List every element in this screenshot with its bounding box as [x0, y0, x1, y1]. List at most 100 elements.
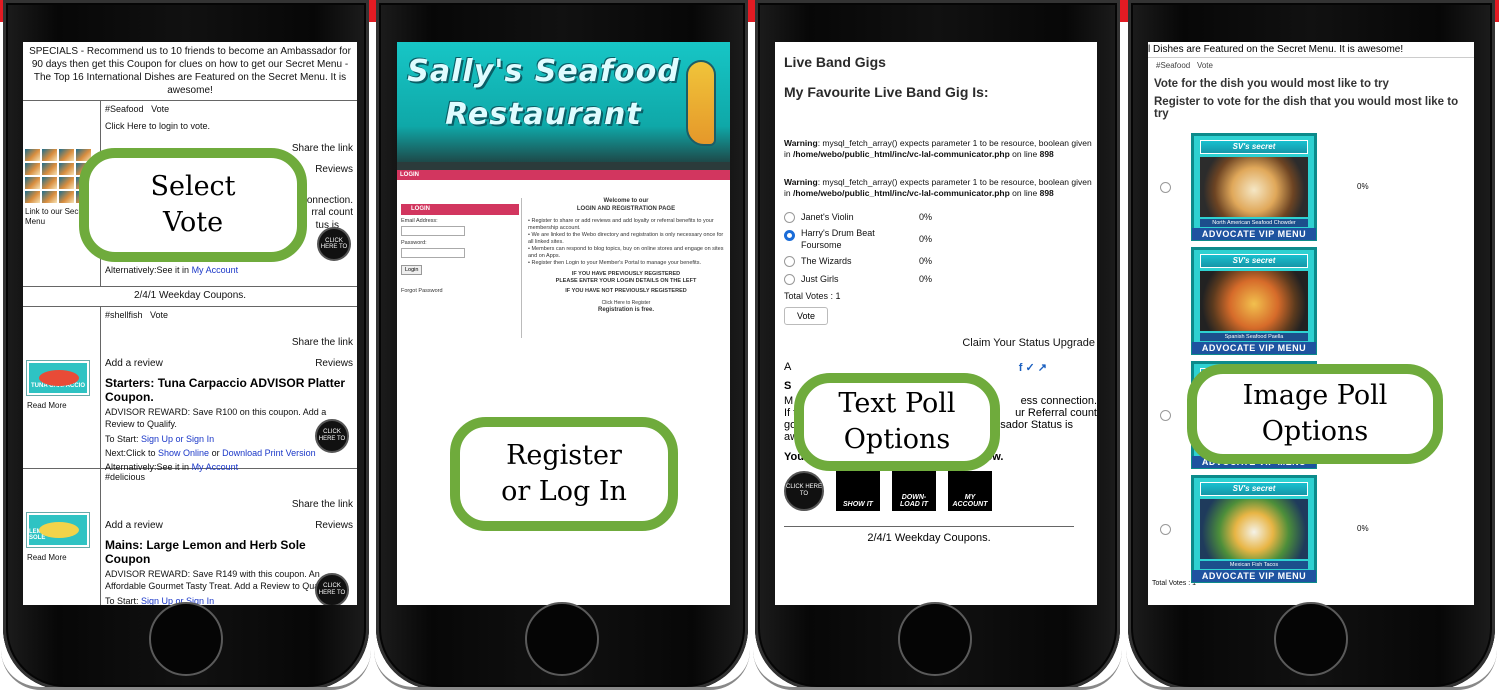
bullet-3: • Members can respond to blog topics, bu…	[528, 246, 724, 260]
or-label: or	[211, 448, 220, 459]
reviews-link[interactable]: Reviews	[315, 520, 353, 533]
poll-option[interactable]: Janet's Violin 0%	[784, 209, 1097, 227]
logo-line-1: Sally's Seafood	[407, 54, 680, 89]
home-button[interactable]	[898, 602, 972, 676]
phone-1-screen: SPECIALS - Recommend us to 10 friends to…	[23, 42, 357, 605]
email-label: Email Address:	[401, 218, 438, 224]
poll-option[interactable]: The Wizards 0%	[784, 253, 1097, 271]
seahorse-icon	[686, 60, 716, 146]
dish-card[interactable]: SV's secret Spanish Seafood Paella ADVOCAT…	[1191, 247, 1317, 356]
click-here-icon[interactable]: CLICK HERE TO	[315, 572, 349, 605]
dish-card[interactable]: SV's secret Mexican Fish Tacos ADVOCATE VI…	[1191, 475, 1317, 584]
if-registered: IF YOU HAVE PREVIOUSLY REGISTERED	[571, 270, 681, 277]
lemon-herb-sole-badge[interactable]: LEMON & HERB SOLE	[26, 511, 90, 548]
registration-info: Welcome to our LOGIN AND REGISTRATION PA…	[522, 198, 730, 338]
page-title: LOGIN AND REGISTRATION PAGE	[576, 205, 676, 212]
click-here-icon[interactable]: CLICK HERE TO	[315, 418, 349, 453]
radio-button[interactable]	[784, 274, 795, 285]
read-more-link[interactable]: Read More	[27, 553, 96, 563]
forgot-password-link[interactable]: Forgot Password	[401, 288, 519, 294]
tag-shellfish[interactable]: #shellfish	[105, 310, 143, 320]
callout-register-login: Register or Log In	[450, 417, 678, 531]
social-share-icons[interactable]: f ✓ ↗	[1019, 361, 1047, 374]
tag-seafood[interactable]: #Seafood	[1156, 61, 1190, 70]
welcome-text: Welcome to our	[603, 198, 649, 204]
phone-3: Live Band Gigs My Favourite Live Band Gi…	[753, 0, 1122, 690]
add-review-link[interactable]: Add a review	[105, 520, 163, 533]
secret-menu-banner: l Dishes are Featured on the Secret Menu…	[1148, 42, 1474, 58]
tuna-carpaccio-badge[interactable]: TUNA CARPACCIO	[26, 359, 90, 396]
tag-delicious[interactable]: #delicious	[105, 472, 353, 483]
coupon-2-body: #delicious Share the link Add a review Re…	[101, 469, 357, 605]
poll-option[interactable]: Harry's Drum Beat Foursome 0%	[784, 227, 1097, 253]
phone-1: SPECIALS - Recommend us to 10 friends to…	[1, 0, 371, 690]
image-poll-option[interactable]: SV's secret North American Seafood Chowde…	[1148, 130, 1474, 244]
if-not-registered: IF YOU HAVE NOT PREVIOUSLY REGISTERED	[565, 287, 687, 294]
login-box-header: LOGIN	[401, 204, 519, 215]
login-button[interactable]: Login	[401, 265, 423, 275]
share-row: Af ✓ ↗	[784, 361, 1097, 374]
login-form: LOGIN Email Address: Password: Login For…	[397, 198, 522, 338]
show-it-icon[interactable]: SHOW IT	[836, 470, 880, 511]
my-account-link[interactable]: My Account	[192, 265, 239, 275]
password-label: Password:	[401, 240, 427, 246]
email-field[interactable]	[401, 226, 465, 236]
vote-heading: Vote for the dish you would most like to…	[1154, 78, 1389, 90]
restaurant-logo: Sally's Seafood Restaurant	[397, 42, 730, 170]
coupon-row-2: LEMON & HERB SOLE Read More #delicious S…	[23, 468, 357, 605]
image-poll: SV's secret North American Seafood Chowde…	[1148, 120, 1474, 586]
radio-button[interactable]	[1160, 181, 1171, 193]
coupon-1-thumb-cell: TUNA CARPACCIO Read More	[23, 306, 101, 468]
reviews-link[interactable]: Reviews	[315, 358, 353, 371]
my-account-icon[interactable]: MY ACCOUNT	[948, 470, 992, 511]
click-here-icon[interactable]: CLICK HERE TO	[784, 470, 824, 511]
login-bar: LOGIN	[397, 170, 730, 180]
home-button[interactable]	[149, 602, 223, 676]
reviews-link[interactable]: Reviews	[315, 164, 353, 177]
coupons-footer: 2/4/1 Weekday Coupons.	[784, 525, 1074, 549]
radio-button[interactable]	[1160, 409, 1171, 421]
download-it-icon[interactable]: DOWN-LOAD IT	[892, 470, 936, 511]
click-here-icon[interactable]: CLICK HERE TO	[317, 227, 351, 261]
home-button[interactable]	[1274, 602, 1348, 676]
favourite-gig-heading: My Favourite Live Band Gig Is:	[784, 84, 989, 100]
callout-image-poll: Image Poll Options	[1187, 364, 1443, 464]
download-print-link[interactable]: Download Print Version	[222, 448, 316, 458]
to-start-label: To Start:	[105, 595, 139, 605]
vote-button[interactable]: Vote	[784, 306, 829, 325]
coupon-1-title[interactable]: Starters: Tuna Carpaccio ADVISOR Platter…	[105, 376, 353, 405]
share-link[interactable]: Share the link	[105, 337, 353, 350]
coupons-header: 2/4/1 Weekday Coupons.	[23, 287, 357, 307]
coupon-1-reward: ADVISOR REWARD: Save R100 on this coupon…	[105, 407, 327, 429]
radio-button[interactable]	[784, 256, 795, 267]
radio-button-selected[interactable]	[784, 230, 795, 242]
logo-line-2: Restaurant	[445, 97, 642, 132]
tag-vote[interactable]: Vote	[150, 310, 168, 320]
poll-option[interactable]: Just Girls 0%	[784, 271, 1097, 289]
radio-button[interactable]	[1160, 523, 1171, 535]
coupon-2-title[interactable]: Mains: Large Lemon and Herb Sole Coupon	[105, 538, 353, 567]
password-field[interactable]	[401, 248, 465, 258]
tag-seafood[interactable]: #Seafood	[105, 104, 144, 114]
coupon-2-thumb-cell: LEMON & HERB SOLE Read More	[23, 468, 101, 605]
claim-status-upgrade[interactable]: Claim Your Status Upgrade	[784, 337, 1097, 351]
coupon-1-body: #shellfish Vote Share the link Add a rev…	[101, 307, 357, 473]
specials-text: SPECIALS - Recommend us to 10 friends to…	[23, 42, 357, 101]
sign-up-link[interactable]: Sign Up or Sign In	[141, 434, 214, 444]
tag-vote[interactable]: Vote	[1197, 61, 1213, 70]
radio-button[interactable]	[784, 212, 795, 223]
dish-card[interactable]: SV's secret North American Seafood Chowde…	[1191, 133, 1317, 242]
home-button[interactable]	[525, 602, 599, 676]
warning-message-1: Warning: mysql_fetch_array() expects par…	[784, 138, 1092, 159]
tag-vote[interactable]: Vote	[151, 104, 169, 114]
click-login-to-vote[interactable]: Click Here to login to vote.	[105, 121, 353, 132]
share-link[interactable]: Share the link	[105, 499, 353, 512]
total-votes: Total Votes : 1	[784, 290, 841, 301]
show-online-link[interactable]: Show Online	[158, 448, 209, 458]
image-poll-option[interactable]: SV's secret Mexican Fish Tacos ADVOCATE VI…	[1148, 472, 1474, 586]
partial-a: A	[784, 360, 792, 373]
add-review-link[interactable]: Add a review	[105, 358, 163, 371]
read-more-link[interactable]: Read More	[27, 401, 96, 411]
phone-4-screen: l Dishes are Featured on the Secret Menu…	[1148, 42, 1474, 605]
image-poll-option[interactable]: SV's secret Spanish Seafood Paella ADVOCAT…	[1148, 244, 1474, 358]
